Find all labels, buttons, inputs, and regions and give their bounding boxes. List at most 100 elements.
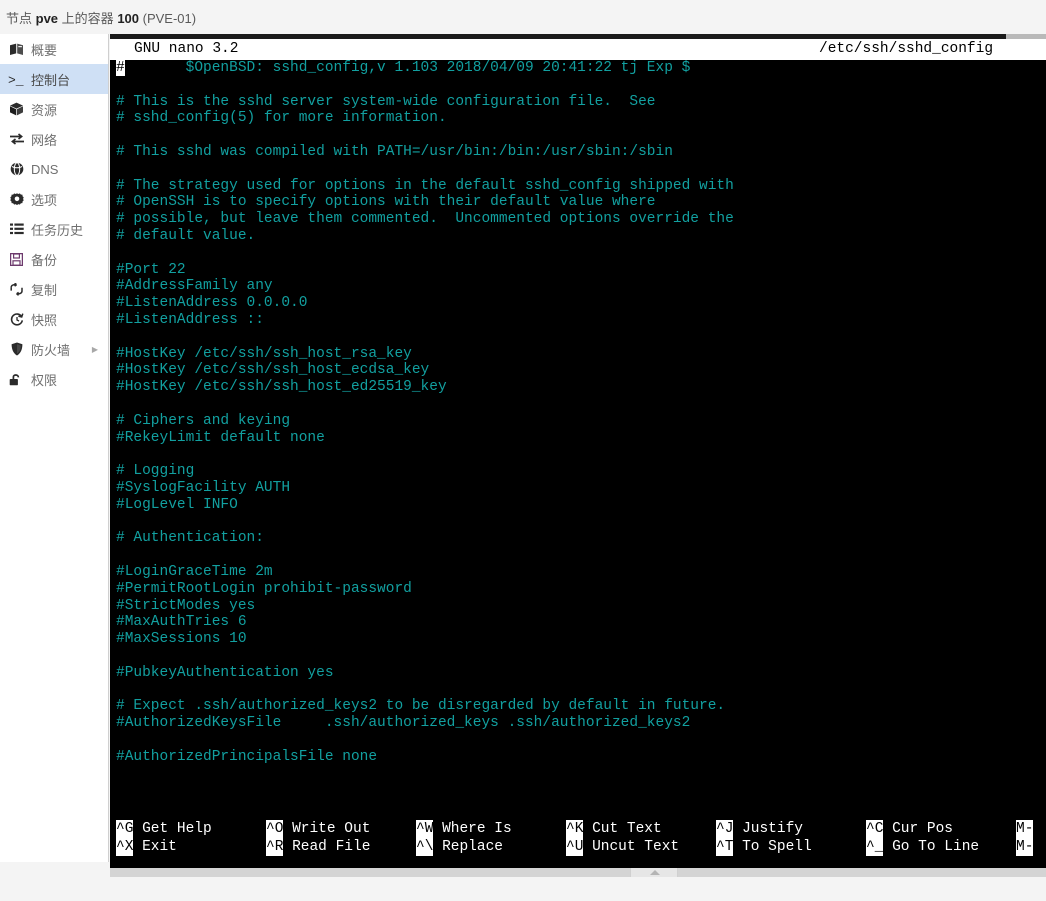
nano-line-text: #PubkeyAuthentication yes	[116, 664, 334, 681]
shortcut-entry[interactable]: ^O Write Out	[266, 820, 416, 838]
nano-line-text: $OpenBSD: sshd_config,v 1.103 2018/04/09…	[124, 60, 691, 76]
shortcut-key: ^G	[116, 820, 134, 838]
nano-filepath-label: /etc/ssh/sshd_config	[819, 41, 994, 57]
sidebar-item-1[interactable]: >_ 控制台	[0, 64, 108, 94]
clock-icon	[8, 311, 25, 327]
nano-line: #HostKey /etc/ssh/ssh_host_ed25519_key	[110, 379, 1046, 396]
nano-line: #PermitRootLogin prohibit-password	[110, 581, 1046, 598]
breadcrumb: 节点 pve 上的容器 100 (PVE-01)	[6, 8, 196, 30]
nano-line-text: #ListenAddress ::	[116, 311, 264, 328]
nano-line	[110, 161, 1046, 178]
sidebar-item-0[interactable]: 概要	[0, 34, 108, 64]
nano-line: #LogLevel INFO	[110, 497, 1046, 514]
nano-text-buffer[interactable]: # $OpenBSD: sshd_config,v 1.103 2018/04/…	[110, 60, 1046, 840]
nano-line: #SyslogFacility AUTH	[110, 480, 1046, 497]
shortcut-entry[interactable]: ^U Uncut Text	[566, 838, 716, 856]
nano-line: #ListenAddress 0.0.0.0	[110, 295, 1046, 312]
console-terminal-panel[interactable]: GNU nano 3.2 /etc/ssh/sshd_config # $Ope…	[110, 34, 1046, 868]
shortcut-entry[interactable]: M-	[1016, 820, 1046, 838]
sidebar-item-10[interactable]: 防火墙 ▶	[0, 334, 108, 364]
sidebar-item-label: 任务历史	[31, 222, 84, 238]
shield-icon	[8, 341, 25, 357]
nano-line-text: # default value.	[116, 227, 256, 244]
shortcut-key: ^U	[566, 838, 584, 856]
shortcut-entry[interactable]: ^J Justify	[716, 820, 866, 838]
shortcut-column: ^C Cur Pos ^_ Go To Line	[866, 820, 1016, 856]
sidebar-item-8[interactable]: 复制	[0, 274, 108, 304]
sidebar-item-label: 快照	[31, 312, 58, 328]
nano-line: #AuthorizedPrincipalsFile none	[110, 749, 1046, 766]
sidebar-item-label: DNS	[31, 161, 59, 177]
shortcut-column: ^W Where Is ^\ Replace	[416, 820, 566, 856]
sidebar-item-label: 网络	[31, 132, 58, 148]
nano-line-text: #ListenAddress 0.0.0.0	[116, 295, 308, 312]
shortcut-key: ^T	[716, 838, 734, 856]
gear-icon	[8, 191, 25, 207]
nano-line-text: #AddressFamily any	[116, 278, 273, 295]
nano-line-text: #MaxAuthTries 6	[116, 614, 247, 631]
nano-line-text: #Port 22	[116, 261, 186, 278]
sidebar-item-7[interactable]: 备份	[0, 244, 108, 274]
sidebar-item-label: 防火墙	[31, 342, 71, 358]
shortcut-entry[interactable]: ^R Read File	[266, 838, 416, 856]
nano-line: #HostKey /etc/ssh/ssh_host_rsa_key	[110, 346, 1046, 363]
shortcut-label: Exit	[142, 839, 177, 855]
shortcut-entry[interactable]: ^C Cur Pos	[866, 820, 1016, 838]
breadcrumb-vmid: 100	[117, 11, 140, 26]
sidebar-item-label: 选项	[31, 192, 58, 208]
nano-line-text: # This is the sshd server system-wide co…	[116, 93, 656, 110]
sidebar-item-11[interactable]: 权限	[0, 364, 108, 394]
nano-line-text: # The strategy used for options in the d…	[116, 177, 734, 194]
shortcut-entry[interactable]: ^W Where Is	[416, 820, 566, 838]
breadcrumb-name: (PVE-01)	[142, 11, 197, 26]
shortcut-key: ^_	[866, 838, 884, 856]
nano-line	[110, 514, 1046, 531]
sidebar-item-9[interactable]: 快照	[0, 304, 108, 334]
nano-line: # This is the sshd server system-wide co…	[110, 94, 1046, 111]
shortcut-column: ^G Get Help ^X Exit	[116, 820, 266, 856]
nano-line: # The strategy used for options in the d…	[110, 178, 1046, 195]
nano-line: # Logging	[110, 463, 1046, 480]
nano-line	[110, 681, 1046, 698]
panel-splitter[interactable]	[110, 868, 1046, 877]
sidebar-item-6[interactable]: 任务历史	[0, 214, 108, 244]
nano-line-text: #HostKey /etc/ssh/ssh_host_rsa_key	[116, 345, 412, 362]
nano-line-text: #HostKey /etc/ssh/ssh_host_ecdsa_key	[116, 362, 430, 379]
shortcut-entry[interactable]: M-	[1016, 838, 1046, 856]
splitter-collapse-handle[interactable]	[630, 868, 678, 877]
nano-line-text: #AuthorizedKeysFile .ssh/authorized_keys…	[116, 715, 691, 732]
nano-line	[110, 648, 1046, 665]
shortcut-label: Read File	[292, 839, 371, 855]
nano-line	[110, 127, 1046, 144]
sidebar-item-label: 复制	[31, 282, 58, 298]
nano-line: # $OpenBSD: sshd_config,v 1.103 2018/04/…	[110, 60, 1046, 77]
nano-line: # Ciphers and keying	[110, 413, 1046, 430]
nano-line-text: # Authentication:	[116, 530, 264, 547]
nano-line: #MaxSessions 10	[110, 631, 1046, 648]
shortcut-entry[interactable]: ^K Cut Text	[566, 820, 716, 838]
sidebar-item-5[interactable]: 选项	[0, 184, 108, 214]
shortcut-column: ^J Justify ^T To Spell	[716, 820, 866, 856]
cube-icon	[8, 101, 25, 117]
shortcut-key: M-	[1016, 820, 1034, 838]
nano-line: #RekeyLimit default none	[110, 430, 1046, 447]
shortcut-entry[interactable]: ^X Exit	[116, 838, 266, 856]
sidebar-item-3[interactable]: 网络	[0, 124, 108, 154]
shortcut-entry[interactable]: ^\ Replace	[416, 838, 566, 856]
nano-line: #Port 22	[110, 262, 1046, 279]
shortcut-entry[interactable]: ^T To Spell	[716, 838, 866, 856]
nano-line-text: #HostKey /etc/ssh/ssh_host_ed25519_key	[116, 379, 447, 396]
nano-line-text: #LoginGraceTime 2m	[116, 563, 273, 580]
shortcut-label: To Spell	[742, 839, 812, 855]
shortcut-key: M-	[1016, 838, 1034, 856]
shortcut-entry[interactable]: ^G Get Help	[116, 820, 266, 838]
sidebar-item-2[interactable]: 资源	[0, 94, 108, 124]
nano-line-text: #StrictModes yes	[116, 597, 256, 614]
shortcut-entry[interactable]: ^_ Go To Line	[866, 838, 1016, 856]
sidebar-item-4[interactable]: DNS	[0, 154, 108, 184]
shortcut-label: Write Out	[292, 821, 371, 837]
shortcut-key: ^C	[866, 820, 884, 838]
shortcut-key: ^W	[416, 820, 434, 838]
sidebar-item-label: 备份	[31, 252, 58, 268]
nano-line-text: # Expect .ssh/authorized_keys2 to be dis…	[116, 698, 726, 715]
